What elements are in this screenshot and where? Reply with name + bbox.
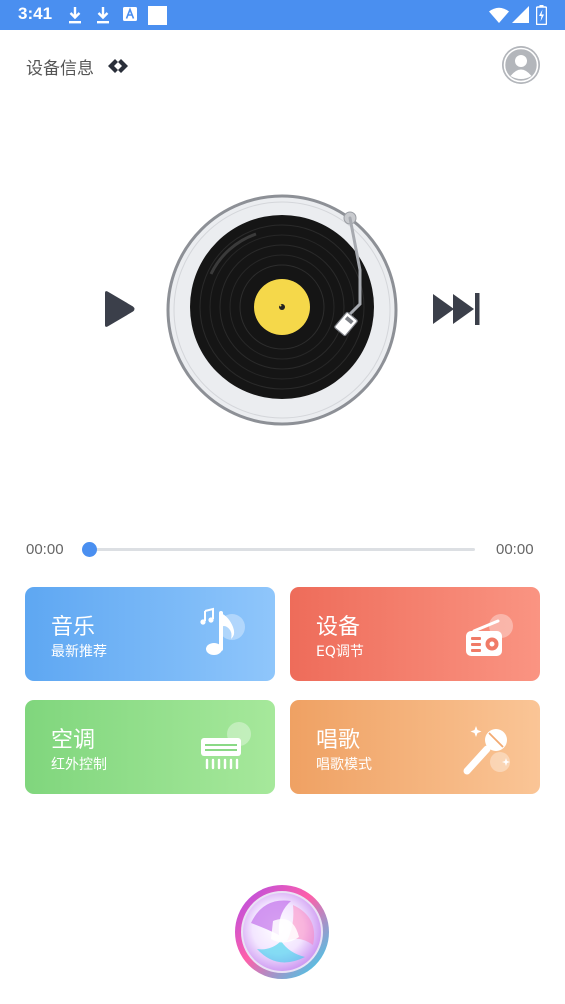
progress-thumb[interactable] bbox=[82, 542, 97, 557]
wifi-icon bbox=[489, 7, 509, 23]
signal-icon bbox=[512, 6, 529, 23]
font-a-icon bbox=[123, 7, 137, 21]
download-icon bbox=[69, 7, 81, 24]
user-avatar-icon[interactable] bbox=[502, 46, 540, 84]
blank-square-icon bbox=[148, 6, 167, 25]
sing-card-subtitle: 唱歌模式 bbox=[316, 757, 372, 773]
total-time: 00:00 bbox=[496, 541, 534, 558]
skip-next-icon[interactable] bbox=[432, 292, 480, 326]
vinyl-turntable bbox=[166, 194, 398, 426]
progress-track[interactable] bbox=[90, 548, 475, 551]
sing-card[interactable]: 唱歌 唱歌模式 bbox=[290, 700, 540, 794]
ac-card-subtitle: 红外控制 bbox=[51, 757, 107, 773]
device-info-label: 设备信息 bbox=[26, 58, 94, 79]
device-card-subtitle: EQ调节 bbox=[316, 644, 364, 660]
voice-orb-icon[interactable] bbox=[233, 883, 331, 981]
air-conditioner-card[interactable]: 空调 红外控制 bbox=[25, 700, 275, 794]
play-icon[interactable] bbox=[102, 290, 136, 328]
download-icon bbox=[97, 7, 109, 24]
music-note-icon bbox=[200, 607, 245, 655]
music-card-subtitle: 最新推荐 bbox=[51, 644, 107, 660]
music-card[interactable]: 音乐 最新推荐 bbox=[25, 587, 275, 681]
device-info[interactable]: 设备信息 bbox=[26, 52, 130, 80]
current-time: 00:00 bbox=[26, 541, 64, 558]
link-icon bbox=[108, 59, 128, 73]
music-card-title: 音乐 bbox=[51, 615, 96, 640]
status-time: 3:41 bbox=[18, 4, 53, 23]
battery-charging-icon bbox=[536, 5, 547, 25]
microphone-icon bbox=[463, 726, 510, 775]
device-card-title: 设备 bbox=[316, 615, 361, 640]
air-conditioner-icon bbox=[201, 722, 251, 770]
ac-card-title: 空调 bbox=[51, 728, 96, 753]
radio-icon bbox=[466, 614, 513, 656]
device-card[interactable]: 设备 EQ调节 bbox=[290, 587, 540, 681]
status-bar: 3:41 bbox=[0, 0, 565, 30]
sing-card-title: 唱歌 bbox=[316, 728, 361, 753]
